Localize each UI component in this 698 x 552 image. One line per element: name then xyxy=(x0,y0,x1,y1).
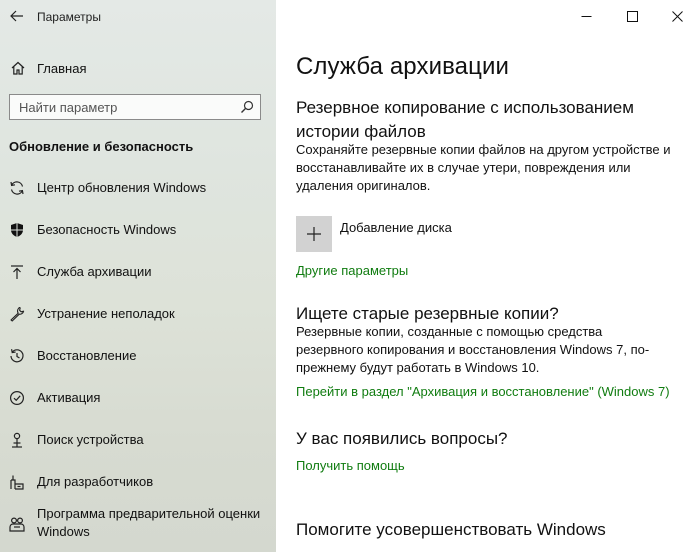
get-help-link[interactable]: Получить помощь xyxy=(296,458,405,473)
old-backups-description: Резервные копии, созданные с помощью сре… xyxy=(296,323,681,377)
check-circle-icon xyxy=(8,389,26,407)
home-label: Главная xyxy=(37,60,87,76)
main-content: Служба архивации Резервное копирование с… xyxy=(276,0,698,552)
app-title: Параметры xyxy=(37,10,101,24)
close-icon xyxy=(672,10,683,22)
plus-icon xyxy=(307,227,321,241)
section-title: Обновление и безопасность xyxy=(9,139,194,154)
home-icon xyxy=(11,61,25,75)
old-backups-desc-line2: резервного копирования и восстановления … xyxy=(296,342,650,357)
file-history-desc-line1: Сохраняйте резервные копии файлов на дру… xyxy=(296,142,671,157)
search-box[interactable] xyxy=(9,94,261,120)
sidebar-item-windows-update[interactable]: Центр обновления Windows xyxy=(0,168,276,208)
file-history-description: Сохраняйте резервные копии файлов на дру… xyxy=(296,141,681,195)
person-locate-icon xyxy=(8,431,26,449)
search-icon[interactable] xyxy=(240,100,254,114)
sidebar-item-troubleshoot[interactable]: Устранение неполадок xyxy=(0,294,276,334)
file-history-desc-line3: удаления оригиналов. xyxy=(296,178,431,193)
back-button[interactable] xyxy=(7,6,27,26)
refresh-icon xyxy=(8,179,26,197)
sidebar-item-label: Служба архивации xyxy=(37,264,152,279)
add-drive-button[interactable]: Добавление диска xyxy=(296,216,452,252)
sidebar-item-label: Активация xyxy=(37,390,101,405)
improve-windows-heading: Помогите усовершенствовать Windows xyxy=(296,520,606,539)
questions-heading: У вас появились вопросы? xyxy=(296,429,508,448)
wrench-icon xyxy=(8,305,26,323)
close-button[interactable] xyxy=(655,0,698,32)
sidebar-item-windows-security[interactable]: Безопасность Windows xyxy=(0,210,276,250)
sidebar-item-developers[interactable]: Для разработчиков xyxy=(0,462,276,502)
backup-restore-win7-link[interactable]: Перейти в раздел "Архивация и восстановл… xyxy=(296,384,670,399)
recovery-icon xyxy=(8,347,26,365)
sidebar-item-insider[interactable]: Программа предварительной оценки Windows xyxy=(0,502,276,546)
sidebar-item-label-line2: Windows xyxy=(37,524,90,539)
old-backups-desc-line3: прежнему будут работать в Windows 10. xyxy=(296,360,540,375)
sidebar-item-activation[interactable]: Активация xyxy=(0,378,276,418)
sidebar-item-label: Восстановление xyxy=(37,348,137,363)
sidebar: Параметры Главная Обновление и безопасно… xyxy=(0,0,276,552)
sidebar-item-label: Центр обновления Windows xyxy=(37,180,207,195)
file-history-heading: Резервное копирование с использованием и… xyxy=(296,96,634,144)
sidebar-item-label: Устранение неполадок xyxy=(37,306,175,321)
more-options-link[interactable]: Другие параметры xyxy=(296,263,408,278)
sidebar-item-find-device[interactable]: Поиск устройства xyxy=(0,420,276,460)
titlebar-left: Параметры xyxy=(0,0,276,34)
old-backups-desc-line1: Резервные копии, созданные с помощью сре… xyxy=(296,324,603,339)
minimize-button[interactable] xyxy=(564,0,609,32)
file-history-heading-line2: истории файлов xyxy=(296,122,426,141)
maximize-button[interactable] xyxy=(610,0,655,32)
backup-arrow-icon xyxy=(8,263,26,281)
sidebar-item-recovery[interactable]: Восстановление xyxy=(0,336,276,376)
sidebar-item-label: Безопасность Windows xyxy=(37,222,177,237)
back-arrow-icon xyxy=(10,10,23,22)
shield-icon xyxy=(8,221,26,239)
developer-icon xyxy=(8,473,26,491)
file-history-desc-line2: восстанавливайте их в случае утери, повр… xyxy=(296,160,631,175)
add-drive-label: Добавление диска xyxy=(340,220,452,235)
file-history-heading-line1: Резервное копирование с использованием xyxy=(296,98,634,117)
sidebar-item-label-line1: Программа предварительной оценки xyxy=(37,506,261,521)
sidebar-item-label: Поиск устройства xyxy=(37,432,144,447)
plus-tile[interactable] xyxy=(296,216,332,252)
maximize-icon xyxy=(627,10,638,22)
search-input[interactable] xyxy=(10,95,230,119)
page-title: Служба архивации xyxy=(296,53,509,80)
home-nav-item[interactable]: Главная xyxy=(10,58,86,78)
minimize-icon xyxy=(581,15,592,17)
sidebar-item-backup[interactable]: Служба архивации xyxy=(0,252,276,292)
sidebar-item-label: Для разработчиков xyxy=(37,474,154,489)
sidebar-item-label: Программа предварительной оценки Windows xyxy=(37,505,260,541)
insider-icon xyxy=(8,515,26,533)
